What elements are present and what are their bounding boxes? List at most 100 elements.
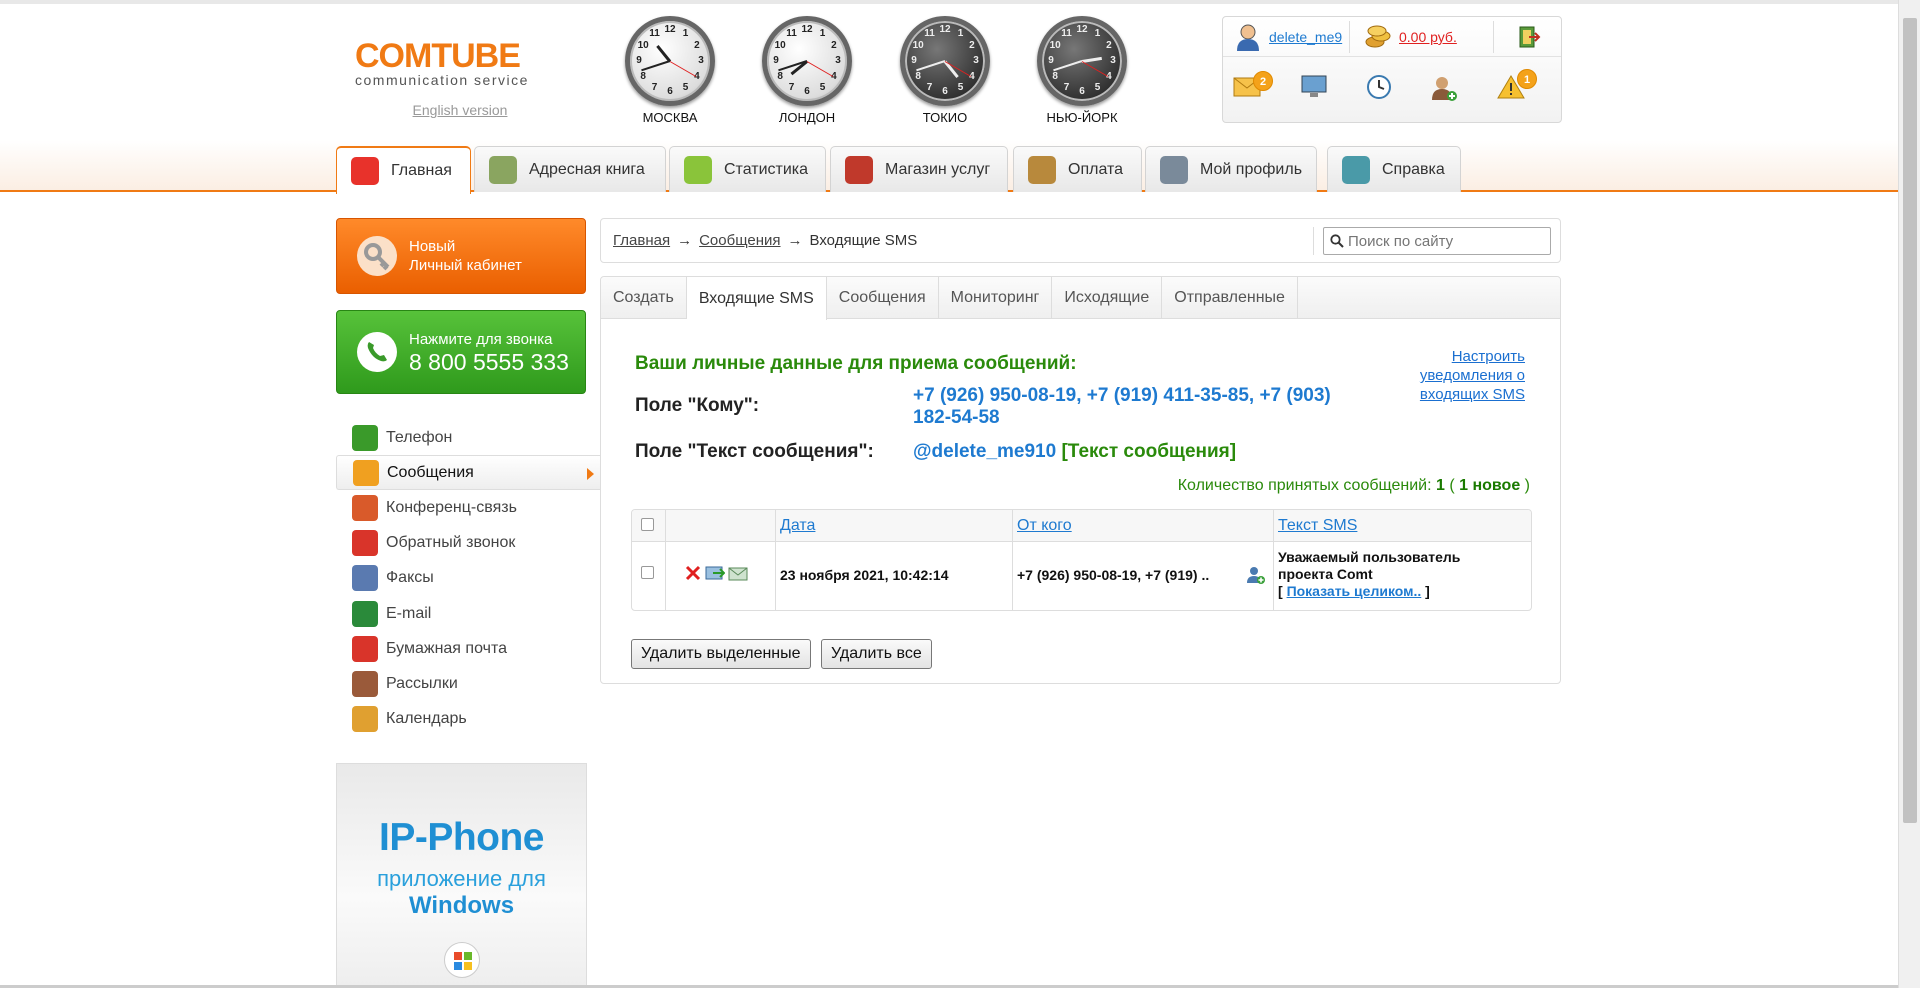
logo[interactable]: COMTUBE communication service English ve… — [355, 38, 535, 118]
site-search[interactable] — [1323, 227, 1551, 255]
sort-by-date[interactable]: Дата — [780, 517, 815, 535]
active-arrow-icon — [587, 468, 594, 481]
clock-city: МОСКВА — [642, 110, 698, 125]
sort-by-text[interactable]: Текст SMS — [1278, 517, 1357, 535]
messages-tab-5[interactable]: Исходящие — [1052, 277, 1163, 319]
show-full-open-bracket: [ — [1278, 583, 1283, 599]
delete-selected-button[interactable]: Удалить выделенные — [631, 639, 811, 669]
select-all-checkbox[interactable] — [641, 518, 654, 531]
balance-link[interactable]: 0.00 руб. — [1399, 29, 1457, 45]
logo-brand: COMTUBE — [355, 37, 521, 75]
sms-table: Дата От кого Текст SMS 23 ноября 2021, 1… — [631, 509, 1532, 611]
user-account[interactable]: delete_me9 — [1235, 23, 1342, 51]
balance[interactable]: 0.00 руб. — [1365, 23, 1457, 51]
ip-phone-banner[interactable]: IP-Phone приложение для Windows — [336, 763, 587, 988]
breadcrumb-messages[interactable]: Сообщения — [699, 232, 780, 249]
sidebar-item-1[interactable]: Телефон — [336, 420, 600, 455]
row-date: 23 ноября 2021, 10:42:14 — [780, 567, 949, 583]
nav-tab-icon — [1028, 155, 1056, 184]
reply-row-button[interactable] — [728, 564, 748, 585]
messages-tab-2[interactable]: Входящие SMS — [686, 277, 827, 320]
incoming-sms-panel: Создать Входящие SMS Сообщения Мониторинг Ис… — [600, 276, 1561, 684]
to-field-value: +7 (926) 950-08-19, +7 (919) 411-35-85, … — [913, 385, 1331, 428]
messages-tab-6[interactable]: Отправленные — [1162, 277, 1298, 319]
text-field-placeholder: [Текст сообщения] — [1061, 441, 1237, 462]
nav-tab-5[interactable]: Оплата — [1013, 146, 1142, 192]
row-checkbox[interactable] — [641, 566, 654, 579]
forward-mail-icon — [705, 566, 726, 580]
show-full-close-bracket: ] — [1425, 583, 1430, 599]
sort-by-sender[interactable]: От кого — [1017, 517, 1072, 535]
add-contact-button[interactable] — [1430, 74, 1458, 105]
nav-tab-7[interactable]: Справка — [1327, 146, 1461, 192]
clock-2: 1 2 3 4 5 6 7 8 9 10 11 12 ЛОНДОН — [747, 16, 867, 125]
sidebar-item-label: E-mail — [386, 604, 432, 622]
clock-city: ЛОНДОН — [778, 110, 836, 125]
nav-tab-1[interactable]: Главная — [336, 146, 471, 194]
received-count-new: 1 новое — [1459, 477, 1521, 494]
clock-face: 1 2 3 4 5 6 7 8 9 10 11 12 — [1037, 16, 1127, 106]
banner-line1: приложение для — [377, 866, 546, 891]
sidebar-item-label: Обратный звонок — [386, 534, 516, 552]
sidebar-item-label: Бумажная почта — [386, 639, 508, 657]
sidebar-item-8[interactable]: Рассылки — [336, 666, 600, 701]
nav-tab-label: Оплата — [1068, 160, 1124, 178]
mail-button[interactable]: 2 — [1233, 71, 1273, 100]
configure-notifications-link[interactable]: Настроить уведомления о входящих SMS — [1385, 347, 1525, 404]
add-sender-contact-button[interactable] — [1246, 565, 1266, 588]
sms-table-header: Дата От кого Текст SMS — [632, 510, 1531, 542]
clock-4: 1 2 3 4 5 6 7 8 9 10 11 12 НЬЮ-ЙОРК — [1022, 16, 1142, 125]
sidebar-item-label: Конференц-связь — [386, 498, 517, 516]
messages-tab-4[interactable]: Мониторинг — [939, 277, 1053, 319]
new-cabinet-button[interactable]: Новый Личный кабинет — [336, 218, 586, 294]
alerts-button[interactable]: 1 — [1497, 69, 1537, 102]
nav-tab-4[interactable]: Магазин услуг — [830, 146, 1008, 192]
nav-tab-icon — [684, 155, 712, 184]
row-text: Уважаемый пользователь проекта Comt [ По… — [1278, 549, 1460, 600]
sidebar-item-3[interactable]: Конференц-связь — [336, 490, 600, 525]
search-input[interactable] — [1348, 232, 1538, 250]
sidebar-item-2[interactable]: Сообщения — [336, 455, 600, 491]
monitor-button[interactable] — [1301, 75, 1327, 102]
nav-tab-2[interactable]: Адресная книга — [474, 146, 666, 192]
scrollbar-thumb[interactable] — [1903, 18, 1917, 823]
sidebar-item-icon — [352, 706, 378, 733]
username-link[interactable]: delete_me9 — [1269, 29, 1342, 45]
table-row: 23 ноября 2021, 10:42:14 +7 (926) 950-08… — [632, 543, 1531, 610]
clock-city: НЬЮ-ЙОРК — [1046, 110, 1118, 125]
open-mail-icon — [728, 567, 748, 581]
sidebar-item-5[interactable]: Факсы — [336, 561, 600, 596]
nav-tab-label: Справка — [1382, 160, 1445, 178]
nav-tab-label: Статистика — [724, 160, 809, 178]
phone-icon — [357, 332, 397, 372]
call-button[interactable]: Нажмите для звонка 8 800 5555 333 — [336, 310, 586, 394]
history-button[interactable] — [1366, 74, 1392, 103]
sidebar-item-7[interactable]: Бумажная почта — [336, 631, 600, 666]
sidebar-item-6[interactable]: E-mail — [336, 596, 600, 631]
sidebar-item-label: Сообщения — [387, 463, 474, 481]
delete-all-button[interactable]: Удалить все — [821, 639, 932, 669]
delete-row-button[interactable] — [684, 564, 702, 585]
sidebar-item-4[interactable]: Обратный звонок — [336, 526, 600, 561]
add-contact-icon — [1432, 77, 1457, 101]
call-line1: Нажмите для звонка — [409, 330, 553, 348]
nav-tab-3[interactable]: Статистика — [669, 146, 826, 192]
page-scrollbar[interactable] — [1898, 0, 1920, 988]
show-full-link[interactable]: Показать целиком.. — [1287, 583, 1422, 599]
nav-tab-6[interactable]: Мой профиль — [1145, 146, 1317, 192]
breadcrumb-home[interactable]: Главная — [613, 232, 670, 249]
user-panel: delete_me9 0.00 руб. 2 1 — [1222, 16, 1562, 123]
received-count: Количество принятых сообщений: 1 ( 1 нов… — [1178, 477, 1530, 495]
sidebar-item-label: Факсы — [386, 569, 434, 587]
messages-tab-3[interactable]: Сообщения — [827, 277, 939, 319]
clock-face: 1 2 3 4 5 6 7 8 9 10 11 12 — [900, 16, 990, 106]
clock-face: 1 2 3 4 5 6 7 8 9 10 11 12 — [762, 16, 852, 106]
messages-tab-1[interactable]: Создать — [601, 277, 687, 319]
logout-button[interactable] — [1517, 23, 1541, 51]
sidebar-item-9[interactable]: Календарь — [336, 702, 600, 737]
forward-row-button[interactable] — [705, 564, 726, 585]
text-field-label: Поле "Текст сообщения": — [635, 441, 874, 462]
english-version-link[interactable]: English version — [385, 102, 535, 118]
nav-tab-label: Адресная книга — [529, 160, 645, 178]
breadcrumb-bar: Главная → Сообщения → Входящие SMS — [600, 218, 1561, 263]
